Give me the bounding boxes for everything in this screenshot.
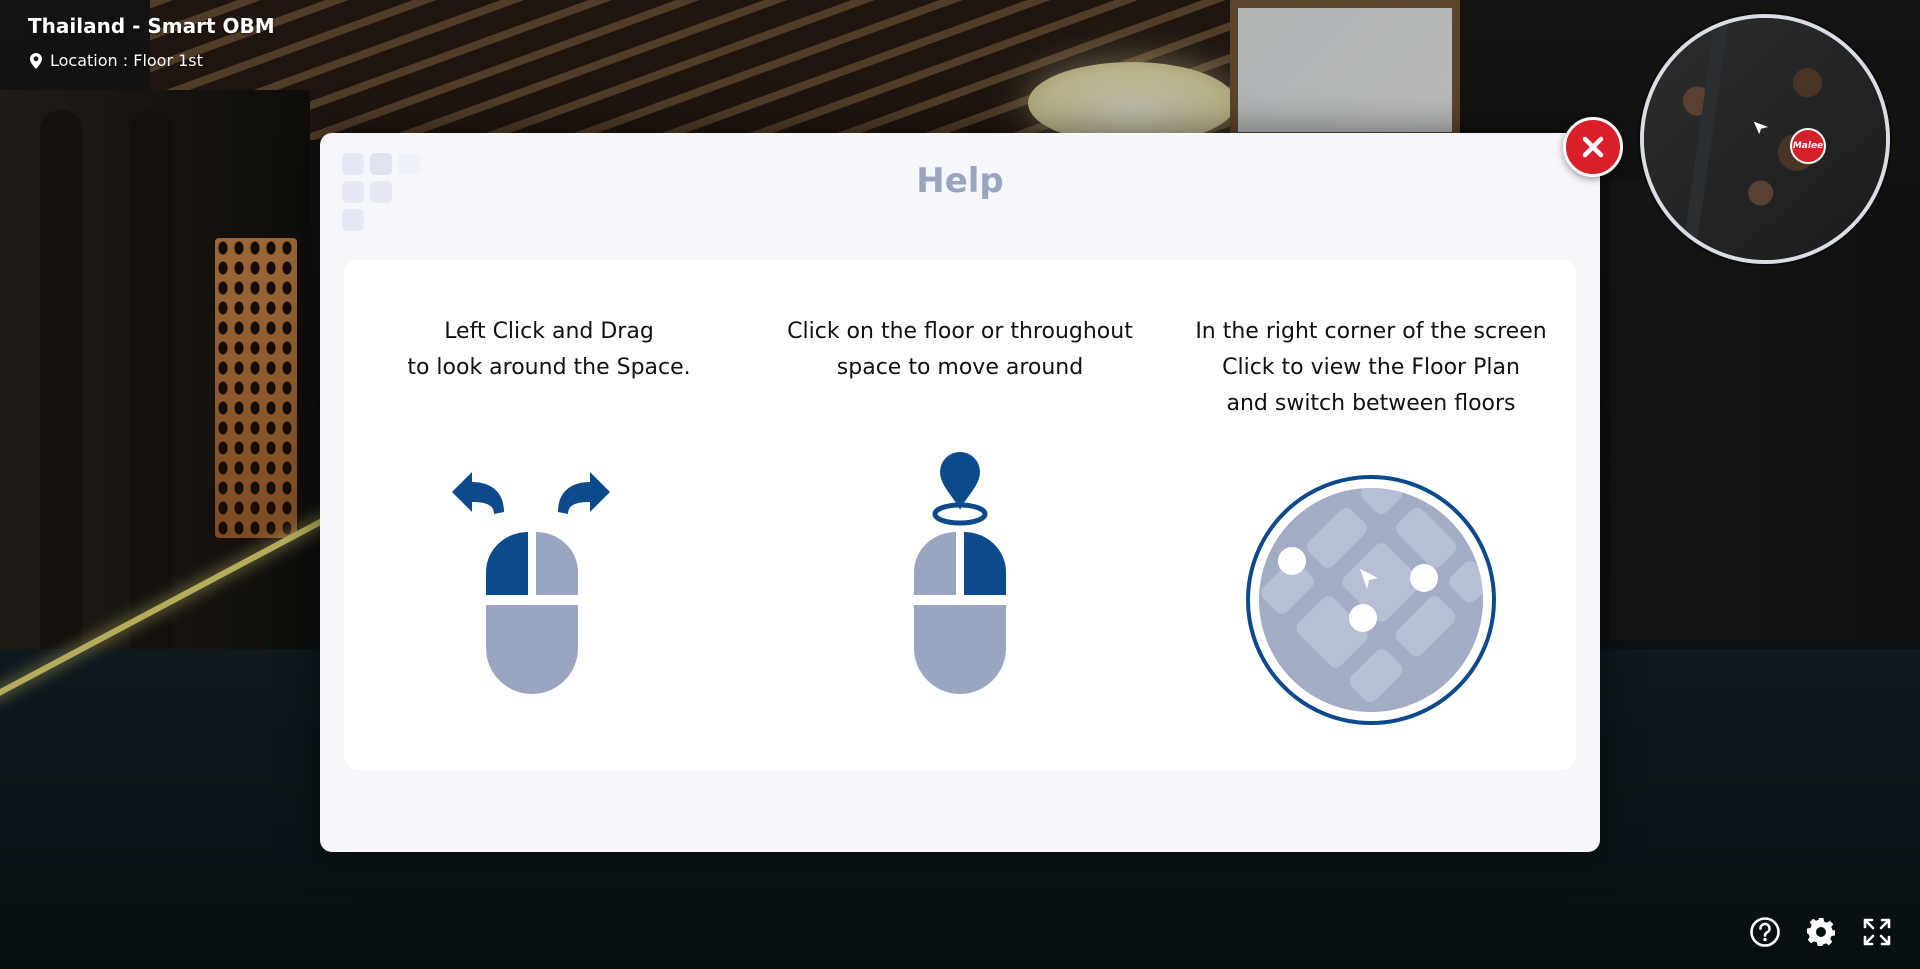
help-item-look-around: Left Click and Drag to look around the S… [344,260,754,770]
location-pin-icon [30,52,42,69]
floor-plan-map-icon [1246,472,1496,725]
help-item-floor-plan: In the right corner of the screen Click … [1166,260,1576,770]
close-button[interactable] [1563,117,1623,177]
gear-icon [1807,918,1835,946]
location-text: Location : Floor 1st [50,51,203,70]
help-line: In the right corner of the screen [1195,319,1547,344]
minimap[interactable]: Malee [1640,14,1890,264]
viewer-controls [1748,915,1894,949]
help-line: Left Click and Drag [444,319,654,344]
help-icon [1750,917,1780,947]
mouse-click-move-icon [914,452,1006,694]
close-icon [1582,136,1604,158]
fullscreen-icon [1863,918,1891,946]
help-line: Click on the floor or throughout [787,319,1133,344]
position-arrow-icon [1753,121,1769,135]
site-title: Thailand - Smart OBM [28,14,275,38]
location-label: Location : Floor 1st [30,51,203,70]
help-item-text: In the right corner of the screen Click … [1166,314,1576,422]
help-button[interactable] [1748,915,1782,949]
mouse-left-drag-icon [452,472,610,694]
help-title: Help [916,161,1004,201]
help-item-text: Click on the floor or throughout space t… [755,314,1165,386]
fullscreen-button[interactable] [1860,915,1894,949]
minimap-floor-plan [1644,18,1886,260]
help-line: Click to view the Floor Plan [1222,355,1520,380]
settings-button[interactable] [1804,915,1838,949]
help-item-move: Click on the floor or throughout space t… [755,260,1165,770]
malee-logo-badge[interactable]: Malee [1790,128,1826,164]
help-line: to look around the Space. [407,355,691,380]
help-item-text: Left Click and Drag to look around the S… [344,314,754,386]
help-line: space to move around [836,355,1084,380]
help-instructions-card: Left Click and Drag to look around the S… [344,260,1576,770]
help-line: and switch between floors [1226,391,1516,416]
help-modal: Help Left Click and Drag to look around … [320,133,1600,852]
